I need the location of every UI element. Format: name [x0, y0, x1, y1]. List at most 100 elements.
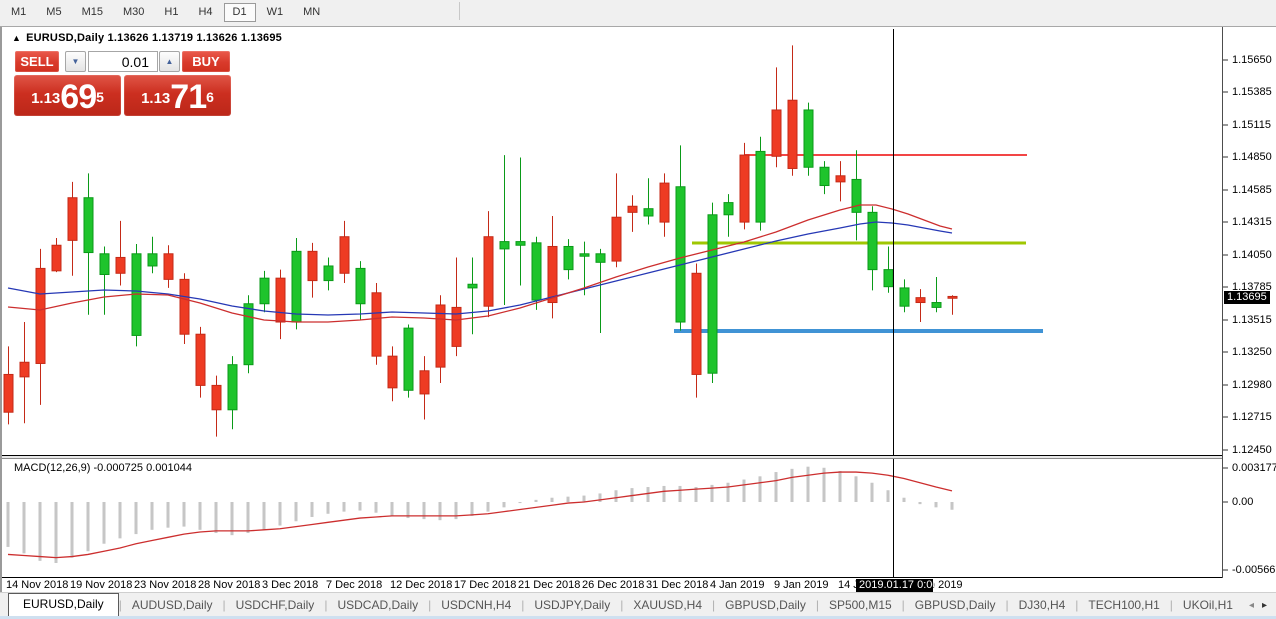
sell-price-pip: 5 [96, 75, 104, 119]
date-axis-label: 9 Jan 2019 [774, 579, 828, 591]
mt4-window: M1M5M15M30H1H4D1W1MN ▲EURUSD,Daily 1.136… [0, 0, 1276, 619]
candle-body [244, 304, 253, 365]
sell-quote-button[interactable]: 1.13695 [14, 75, 121, 116]
tab-scroll-arrows: ◂▸ [1243, 600, 1276, 616]
candle-body [20, 362, 29, 377]
date-axis-label: 23 Nov 2018 [134, 579, 196, 591]
macd-indicator-label: MACD(12,26,9) -0.000725 0.001044 [14, 462, 192, 474]
chart-tab-eurusd-daily[interactable]: EURUSD,Daily [8, 593, 119, 616]
candle-body [500, 242, 509, 249]
candle-body [372, 293, 381, 356]
tab-scroll-right-icon[interactable]: ▸ [1262, 600, 1267, 611]
price-axis-label: 1.14850 [1232, 151, 1272, 163]
candle-body [36, 268, 45, 363]
macd-axis-label: 0.00 [1232, 496, 1253, 508]
one-click-trading-panel: SELL ▼ ▲ BUY 1.13695 1.13716 [4, 27, 244, 119]
candle-body [116, 257, 125, 273]
candle-body [356, 268, 365, 303]
candle-body [180, 279, 189, 334]
candle-body [100, 254, 109, 275]
candle-body [740, 155, 749, 222]
price-axis-label: 1.12450 [1232, 444, 1272, 456]
candle-body [468, 284, 477, 288]
price-axis-label: 1.14585 [1232, 184, 1272, 196]
chart-tab-tech100-h1[interactable]: TECH100,H1 [1078, 595, 1169, 616]
candle-body [884, 270, 893, 287]
chart-tab-usdcnh-h4[interactable]: USDCNH,H4 [431, 595, 521, 616]
candle-body [148, 254, 157, 266]
price-axis-label: 1.13250 [1232, 346, 1272, 358]
candle-body [68, 198, 77, 241]
candle-body [628, 206, 637, 212]
candle-body [548, 246, 557, 302]
date-axis-label: 17 Dec 2018 [454, 579, 516, 591]
timeframe-button-h1[interactable]: H1 [155, 3, 187, 22]
date-axis-label: 7 Dec 2018 [326, 579, 382, 591]
ma-slow-line [8, 222, 952, 315]
chart-tab-gbpusd-daily[interactable]: GBPUSD,Daily [715, 595, 816, 616]
timeframe-button-mn[interactable]: MN [294, 3, 329, 22]
chart-tab-ukoil-h1[interactable]: UKOil,H1 [1173, 595, 1243, 616]
candle-body [900, 288, 909, 306]
date-axis-label: 4 Jan 2019 [710, 579, 764, 591]
candle-body [836, 176, 845, 182]
candle-body [516, 242, 525, 246]
buy-quote-button[interactable]: 1.13716 [124, 75, 231, 116]
candle-body [292, 251, 301, 322]
volume-increase-button[interactable]: ▲ [159, 51, 180, 72]
chart-window[interactable]: ▲EURUSD,Daily 1.13626 1.13719 1.13626 1.… [0, 27, 1276, 592]
chart-tab-usdchf-daily[interactable]: USDCHF,Daily [226, 595, 325, 616]
candle-body [324, 266, 333, 281]
timeframe-button-m1[interactable]: M1 [2, 3, 35, 22]
buy-price-main: 71 [170, 82, 206, 112]
candle-body [772, 110, 781, 156]
chart-tab-usdcad-daily[interactable]: USDCAD,Daily [327, 595, 428, 616]
chart-tab-dj30-h4[interactable]: DJ30,H4 [1009, 595, 1076, 616]
candle-body [388, 356, 397, 388]
chart-tab-sp500-m15[interactable]: SP500,M15 [819, 595, 902, 616]
macd-signal-line [8, 472, 952, 558]
date-axis-label: 14 Nov 2018 [6, 579, 68, 591]
candle-body [868, 212, 877, 269]
candle-body [948, 296, 957, 298]
price-axis-label: 1.15115 [1232, 119, 1271, 131]
price-axis-label: 1.14315 [1232, 216, 1272, 228]
chart-tab-audusd-daily[interactable]: AUDUSD,Daily [122, 595, 223, 616]
crosshair-date-badge: 2019.01.17 0:00 [856, 579, 933, 592]
price-axis-label: 1.15650 [1232, 54, 1272, 66]
timeframe-button-m5[interactable]: M5 [37, 3, 70, 22]
pane-splitter[interactable] [2, 456, 1223, 459]
toolbar-separator [459, 2, 460, 20]
candle-body [212, 385, 221, 409]
timeframe-button-m30[interactable]: M30 [114, 3, 153, 22]
buy-button[interactable]: BUY [182, 51, 230, 72]
candle-body [932, 303, 941, 308]
sell-price-main: 69 [60, 82, 96, 112]
timeframe-button-m15[interactable]: M15 [73, 3, 112, 22]
candle-body [708, 215, 717, 373]
candle-body [564, 246, 573, 269]
timeframe-button-d1[interactable]: D1 [224, 3, 256, 22]
candle-body [420, 371, 429, 394]
volume-input[interactable] [88, 51, 158, 72]
tab-scroll-left-icon[interactable]: ◂ [1249, 600, 1254, 611]
price-axis-label: 1.15385 [1232, 86, 1272, 98]
chart-tab-gbpusd-daily[interactable]: GBPUSD,Daily [905, 595, 1006, 616]
timeframe-button-w1[interactable]: W1 [258, 3, 293, 22]
price-axis-border [1222, 27, 1223, 578]
date-axis-label: 19 Nov 2018 [70, 579, 132, 591]
candle-body [228, 365, 237, 410]
timeframe-button-h4[interactable]: H4 [189, 3, 221, 22]
current-price-badge: 1.13695 [1224, 291, 1270, 304]
sell-button[interactable]: SELL [15, 51, 59, 72]
candle-body [484, 237, 493, 306]
chart-tab-xauusd-h4[interactable]: XAUUSD,H4 [623, 595, 712, 616]
candle-body [660, 183, 669, 222]
candle-body [676, 187, 685, 322]
price-axis-label: 1.13515 [1232, 314, 1272, 326]
candle-body [4, 374, 13, 412]
chart-tab-usdjpy-daily[interactable]: USDJPY,Daily [524, 595, 620, 616]
macd-pane-border [2, 577, 1223, 578]
price-axis-label: 1.14050 [1232, 249, 1272, 261]
volume-decrease-button[interactable]: ▼ [65, 51, 86, 72]
